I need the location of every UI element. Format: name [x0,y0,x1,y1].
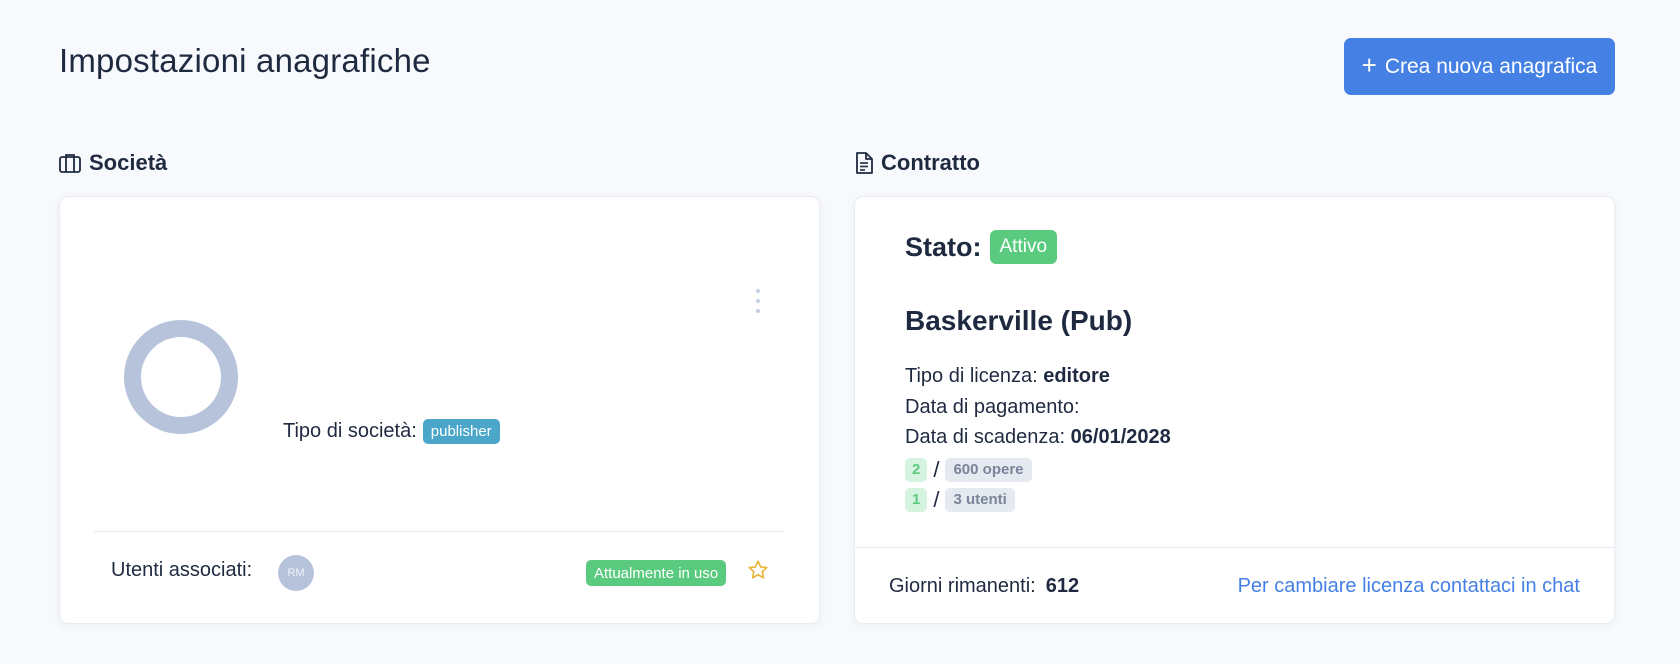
data-pagamento-label: Data di pagamento: [905,396,1080,418]
page-title: Impostazioni anagrafiche [59,42,431,79]
document-icon [856,152,873,174]
divider [855,547,1614,548]
plus-icon: + [1361,50,1377,80]
in-use-badge: Attualmente in uso [586,560,727,586]
tipo-licenza-value: editore [1043,365,1110,387]
create-anagrafica-button[interactable]: + Crea nuova anagrafica [1344,38,1615,95]
contratto-section-title: Contratto [855,149,980,177]
change-license-link[interactable]: Per cambiare licenza contattaci in chat [1238,575,1580,598]
utenti-used-badge: 1 [905,488,928,512]
tipo-societa-label: Tipo di società: [283,420,417,442]
tipo-societa-row: Tipo di società: publisher [283,419,500,444]
stato-label: Stato: [905,231,982,262]
utenti-associati-label: Utenti associati: [111,559,253,581]
societa-card: Tipo di società: publisher Utenti associ… [59,196,820,624]
tipo-societa-badge: publisher [422,419,500,444]
contratto-section-label: Contratto [881,150,980,175]
data-pagamento-row: Data di pagamento: [905,396,1080,419]
data-scadenza-value: 06/01/2028 [1070,426,1171,448]
data-scadenza-label: Data di scadenza: [905,426,1066,448]
stato-badge: Attivo [989,230,1058,264]
giorni-rimanenti-row: Giorni rimanenti: 612 [889,575,1079,598]
societa-section-label: Società [89,150,168,175]
utenti-quota-row: 1 / 3 utenti [905,487,1015,513]
utenti-total-badge: 3 utenti [945,488,1015,512]
tipo-licenza-label: Tipo di licenza: [905,365,1038,387]
divider [94,531,785,532]
user-avatar[interactable]: RM [278,555,314,591]
giorni-rimanenti-value: 612 [1045,575,1080,597]
giorni-rimanenti-label: Giorni rimanenti: [889,575,1036,597]
briefcase-icon [59,154,81,173]
opere-total-badge: 600 opere [945,458,1032,482]
tipo-licenza-row: Tipo di licenza: editore [905,365,1110,388]
company-logo-placeholder [124,320,238,434]
societa-section-title: Società [59,149,167,177]
opere-quota-row: 2 / 600 opere [905,457,1032,483]
more-options-icon[interactable] [750,289,766,313]
star-icon[interactable] [747,559,769,581]
opere-used-badge: 2 [905,458,928,482]
data-scadenza-row: Data di scadenza: 06/01/2028 [905,426,1171,449]
stato-row: Stato: Attivo [905,230,1058,264]
quota-separator: / [933,457,940,482]
quota-separator: / [933,487,940,512]
contract-name: Baskerville (Pub) [905,305,1133,336]
contratto-card: Stato: Attivo Baskerville (Pub) Tipo di … [854,196,1615,624]
create-anagrafica-label: Crea nuova anagrafica [1384,54,1598,78]
